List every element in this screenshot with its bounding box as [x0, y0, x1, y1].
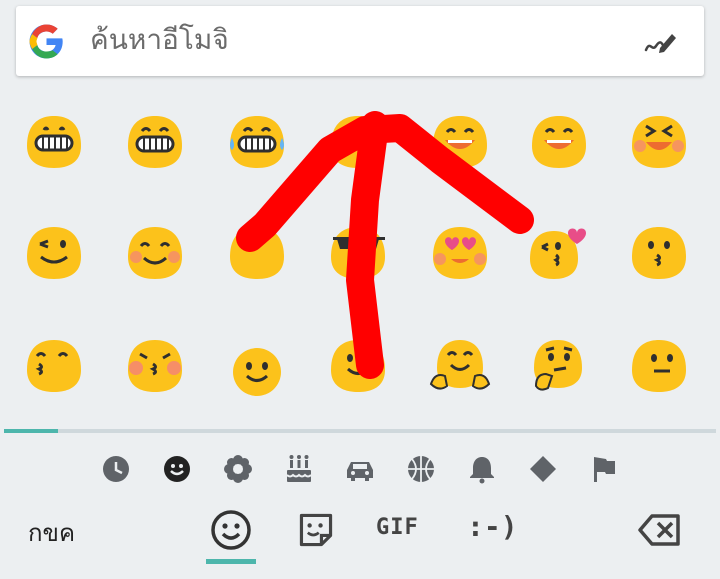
emoji-slightly-smiling-face[interactable] — [222, 336, 292, 406]
emoji-grinning-face[interactable] — [19, 106, 89, 176]
active-tab-indicator — [206, 559, 256, 564]
emoji-heart-eyes-face[interactable] — [425, 217, 495, 287]
emoji-grinning-sweat[interactable] — [323, 106, 393, 176]
handwriting-pen-icon[interactable] — [642, 28, 678, 56]
emoji-scroll-track[interactable] — [4, 429, 716, 433]
backspace-icon[interactable] — [638, 508, 682, 552]
emoji-smiling-blushing-face[interactable] — [120, 217, 190, 287]
abc-keyboard-key[interactable]: กขค — [28, 513, 75, 552]
emoji-laughing-squinting[interactable] — [624, 106, 694, 176]
flag-icon[interactable] — [587, 452, 621, 486]
recent-clock-icon[interactable] — [99, 452, 133, 486]
google-logo-icon — [29, 24, 63, 59]
emoji-slightly-smiling-face-2[interactable] — [323, 330, 393, 400]
keyboard-bottom-bar — [0, 495, 720, 579]
emoticon-tab[interactable]: :-) — [467, 510, 518, 543]
flower-icon[interactable] — [221, 452, 255, 486]
search-placeholder[interactable]: ค้นหาอีโมจิ — [90, 20, 229, 60]
emoji-search-bar[interactable]: ค้นหาอีโมจิ — [16, 6, 704, 76]
emoji-kissing-closed-eyes[interactable] — [19, 330, 89, 400]
cake-icon[interactable] — [282, 452, 316, 486]
smiley-icon[interactable] — [160, 452, 194, 486]
emoji-upside-down-face[interactable] — [222, 217, 292, 287]
emoji-scroll-thumb[interactable] — [4, 429, 58, 433]
emoji-kissing-blushing-face[interactable] — [120, 330, 190, 400]
emoji-winking-face[interactable] — [19, 217, 89, 287]
emoji-hugging-face[interactable] — [425, 330, 495, 400]
emoji-thinking-face[interactable] — [524, 330, 594, 400]
diamond-icon[interactable] — [526, 452, 560, 486]
emoji-smiling-face-with-sunglasses[interactable] — [323, 217, 393, 287]
emoji-grinning-sweat-2[interactable] — [524, 106, 594, 176]
emoji-tab-icon[interactable] — [209, 508, 253, 552]
basketball-icon[interactable] — [404, 452, 438, 486]
emoji-neutral-face[interactable] — [624, 330, 694, 400]
emoji-kissing-face[interactable] — [624, 217, 694, 287]
gif-tab[interactable]: GIF — [376, 515, 419, 540]
emoji-smiling-eyes-sweat[interactable] — [425, 106, 495, 176]
emoji-face-with-tears-of-joy[interactable] — [222, 106, 292, 176]
car-icon[interactable] — [343, 452, 377, 486]
emoji-grid — [0, 100, 720, 400]
bell-icon[interactable] — [465, 452, 499, 486]
emoji-face-blowing-kiss[interactable] — [524, 217, 594, 287]
emoji-beaming-face[interactable] — [120, 106, 190, 176]
sticker-tab-icon[interactable] — [294, 508, 338, 552]
